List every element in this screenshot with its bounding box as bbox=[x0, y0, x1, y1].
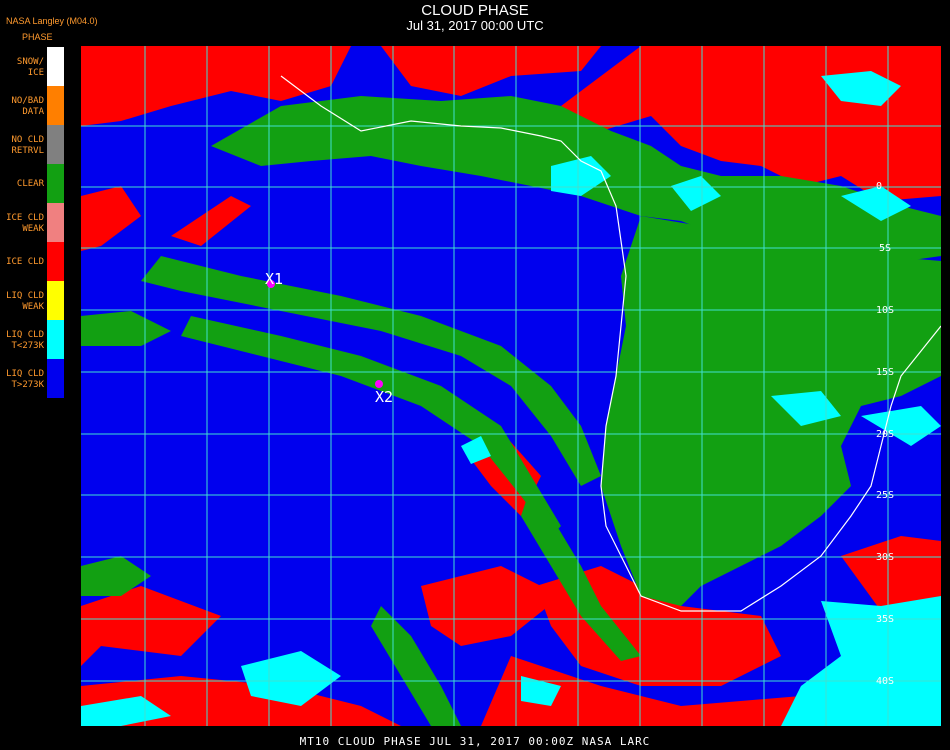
lat-label: 35S bbox=[876, 614, 894, 625]
legend-label: LIQ CLD T>273K bbox=[6, 369, 44, 390]
map-title: CLOUD PHASE bbox=[421, 2, 529, 19]
legend-label: NO CLD RETRVL bbox=[11, 135, 44, 156]
legend-item-liq-cld-cold: LIQ CLD T<273K bbox=[0, 320, 66, 359]
lat-label: 0 bbox=[876, 181, 882, 192]
footer-caption: MT10 CLOUD PHASE JUL 31, 2017 00:00Z NAS… bbox=[299, 735, 651, 748]
legend-swatch bbox=[47, 359, 64, 398]
legend-label: NO/BAD DATA bbox=[11, 96, 44, 117]
legend-swatch bbox=[47, 281, 64, 320]
legend-item-no-cld-retrvl: NO CLD RETRVL bbox=[0, 125, 66, 164]
legend-title: PHASE bbox=[22, 32, 53, 42]
lat-label: 5S bbox=[879, 243, 891, 254]
map-timestamp: Jul 31, 2017 00:00 UTC bbox=[406, 18, 544, 33]
cloud-phase-map[interactable]: 0 5S 10S 15S 20S 25S 30S 35S 40S X1 X2 bbox=[81, 46, 941, 726]
legend-item-ice-cld: ICE CLD bbox=[0, 242, 66, 281]
legend-swatch bbox=[47, 242, 64, 281]
lat-label: 30S bbox=[876, 552, 894, 563]
marker-x1[interactable]: X1 bbox=[265, 270, 283, 288]
legend-label: ICE CLD bbox=[6, 257, 44, 267]
lat-label: 10S bbox=[876, 305, 894, 316]
legend-label: SNOW/ ICE bbox=[16, 57, 44, 78]
legend-item-snow-ice: SNOW/ ICE bbox=[0, 47, 66, 86]
legend-swatch bbox=[47, 203, 64, 242]
legend-label: CLEAR bbox=[16, 179, 44, 189]
legend-swatch bbox=[47, 164, 64, 203]
lat-label: 15S bbox=[876, 367, 894, 378]
legend-swatch bbox=[47, 320, 64, 359]
legend-label: LIQ CLD WEAK bbox=[6, 291, 44, 312]
legend-label: ICE CLD WEAK bbox=[6, 213, 44, 234]
legend-item-no-bad-data: NO/BAD DATA bbox=[0, 86, 66, 125]
legend-swatch bbox=[47, 125, 64, 164]
lat-label: 20S bbox=[876, 429, 894, 440]
legend-swatch bbox=[47, 86, 64, 125]
marker-label: X2 bbox=[375, 388, 393, 406]
legend-swatch bbox=[47, 47, 64, 86]
marker-label: X1 bbox=[265, 270, 283, 288]
lat-label: 40S bbox=[876, 676, 894, 687]
legend-item-ice-cld-weak: ICE CLD WEAK bbox=[0, 203, 66, 242]
legend-item-liq-cld-weak: LIQ CLD WEAK bbox=[0, 281, 66, 320]
legend-label: LIQ CLD T<273K bbox=[6, 330, 44, 351]
lat-label: 25S bbox=[876, 490, 894, 501]
legend-item-clear: CLEAR bbox=[0, 164, 66, 203]
data-source-label: NASA Langley (M04.0) bbox=[6, 16, 98, 26]
marker-dot bbox=[375, 380, 383, 388]
legend-item-liq-cld-warm: LIQ CLD T>273K bbox=[0, 359, 66, 398]
